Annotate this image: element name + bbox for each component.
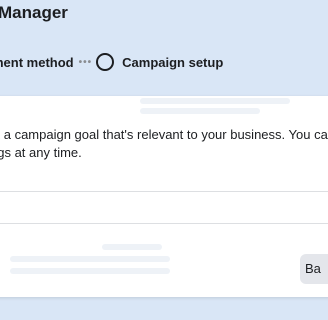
placeholder-line bbox=[140, 108, 260, 114]
description-line: st a campaign goal that's relevant to yo… bbox=[0, 127, 328, 142]
divider bbox=[0, 191, 328, 192]
app-title: Manager bbox=[0, 3, 68, 22]
placeholder-line bbox=[10, 268, 170, 274]
ads-manager-create-campaign: Manager ment method ••• Campaign setup s… bbox=[0, 0, 328, 320]
placeholder-line bbox=[10, 256, 170, 262]
placeholder-line bbox=[102, 244, 162, 250]
description-line: ngs at any time. bbox=[0, 145, 82, 160]
step-status-circle-icon bbox=[96, 53, 115, 71]
divider bbox=[0, 223, 328, 224]
step-connector-dots: ••• bbox=[78, 56, 93, 68]
back-button[interactable]: Ba bbox=[300, 254, 328, 284]
placeholder-line bbox=[140, 98, 290, 104]
step-payment-method[interactable]: ment method bbox=[0, 55, 74, 70]
step-campaign-setup[interactable]: Campaign setup bbox=[122, 55, 223, 70]
setup-steps: ment method ••• Campaign setup bbox=[0, 52, 223, 72]
campaign-goal-description: st a campaign goal that's relevant to yo… bbox=[0, 126, 328, 162]
campaign-goal-card: st a campaign goal that's relevant to yo… bbox=[0, 96, 328, 297]
